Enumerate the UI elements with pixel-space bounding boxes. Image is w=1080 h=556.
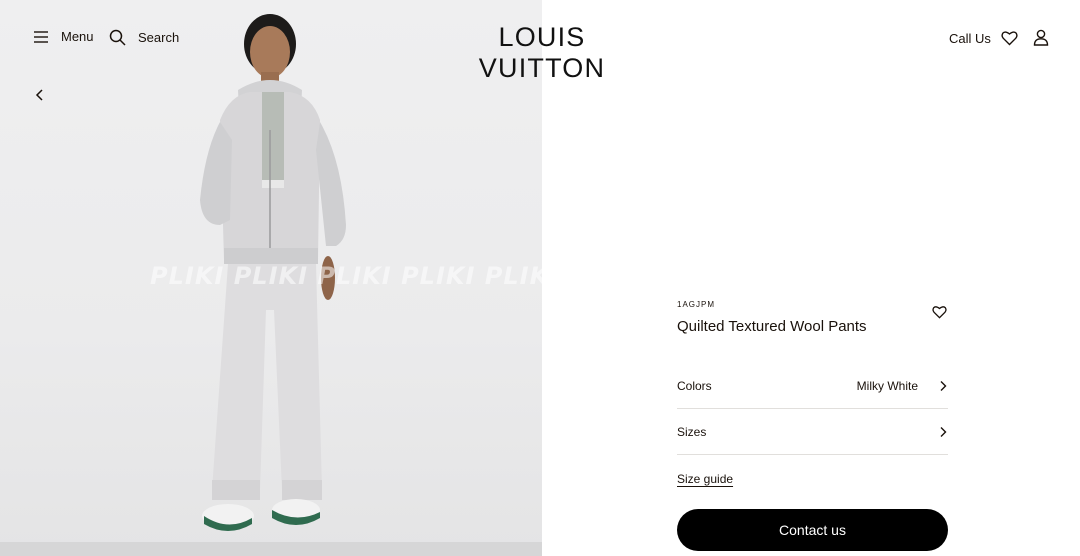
sizes-selector[interactable]: Sizes bbox=[677, 409, 948, 455]
chevron-left-icon[interactable] bbox=[32, 87, 48, 103]
menu-label: Menu bbox=[61, 29, 94, 44]
site-header: Menu Search LOUIS VUITTON Call Us bbox=[0, 0, 1080, 83]
brand-logo[interactable]: LOUIS VUITTON bbox=[442, 22, 642, 84]
call-us-link[interactable]: Call Us bbox=[949, 31, 991, 46]
hamburger-icon bbox=[34, 30, 48, 43]
product-info-panel: 1AGJPM Quilted Textured Wool Pants Color… bbox=[677, 300, 948, 551]
watermark-text: PLIKI PLIKI PLIKI PLIKI PLIKI bbox=[150, 262, 542, 290]
contact-us-button[interactable]: Contact us bbox=[677, 509, 948, 551]
product-title: Quilted Textured Wool Pants bbox=[677, 318, 867, 335]
search-icon bbox=[109, 29, 126, 46]
user-icon[interactable] bbox=[1033, 29, 1049, 46]
heart-icon[interactable] bbox=[1001, 30, 1018, 46]
size-guide-link[interactable]: Size guide bbox=[677, 472, 733, 486]
product-sku: 1AGJPM bbox=[677, 300, 716, 309]
chevron-right-icon bbox=[940, 426, 947, 437]
selected-color-value: Milky White bbox=[856, 378, 918, 393]
heart-icon[interactable] bbox=[932, 305, 947, 319]
image-floor-band bbox=[0, 542, 542, 556]
chevron-right-icon bbox=[940, 380, 947, 391]
menu-button[interactable]: Menu bbox=[33, 29, 94, 44]
colors-label: Colors bbox=[677, 378, 712, 393]
search-label: Search bbox=[138, 30, 180, 45]
sizes-label: Sizes bbox=[677, 424, 707, 439]
search-button[interactable]: Search bbox=[109, 29, 179, 46]
colors-selector[interactable]: Colors Milky White bbox=[677, 363, 948, 409]
